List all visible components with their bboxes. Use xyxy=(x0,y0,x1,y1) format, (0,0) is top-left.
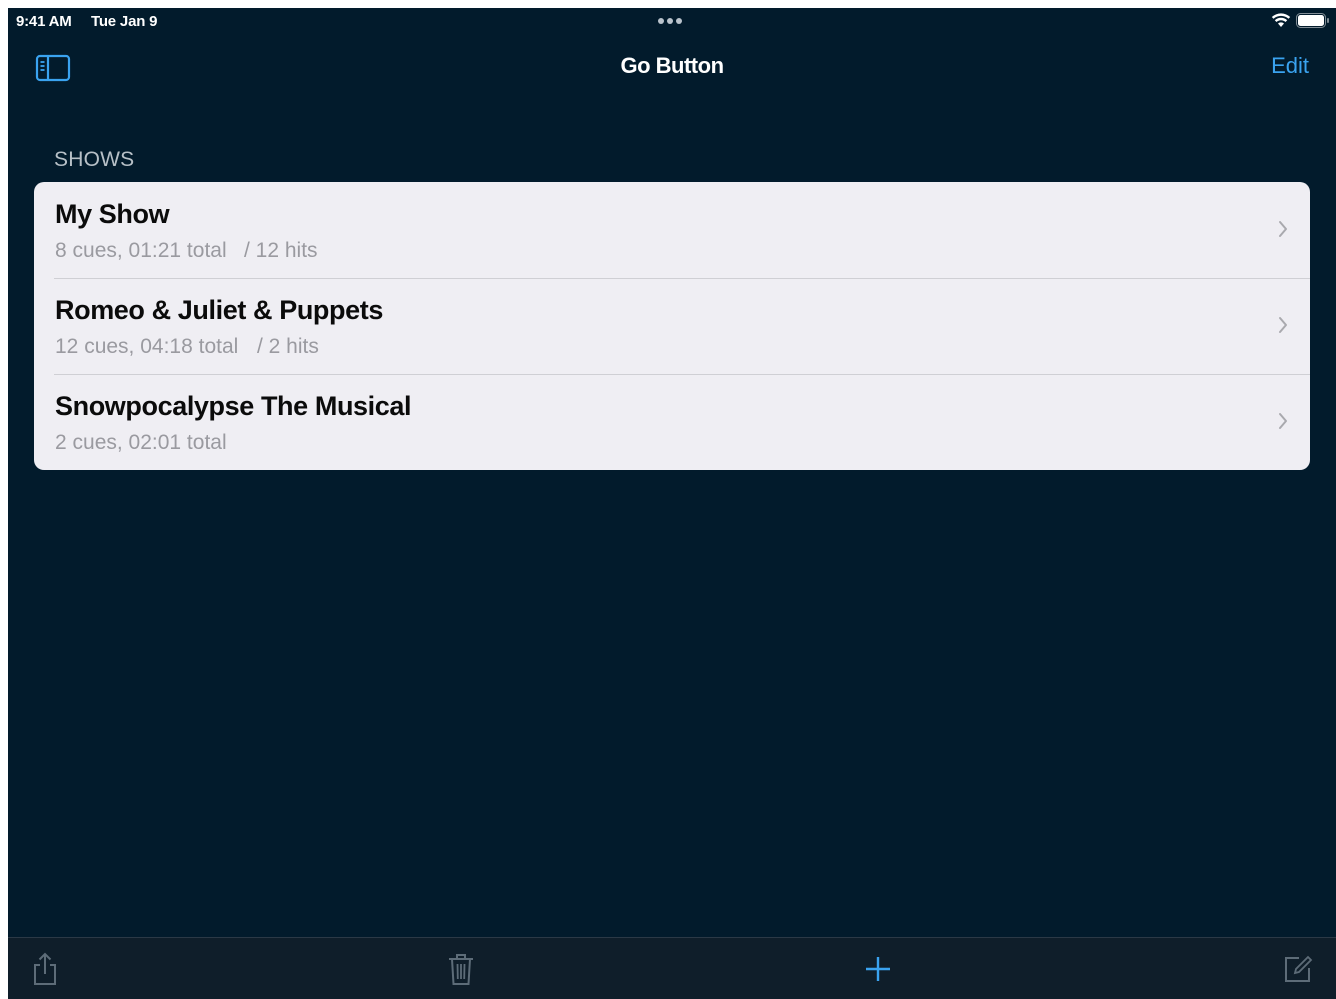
status-time: 9:41 AM xyxy=(16,13,72,30)
chevron-right-icon xyxy=(1279,221,1287,237)
show-row-my-show[interactable]: My Show 8 cues, 01:21 total / 12 hits xyxy=(34,182,1310,278)
share-icon[interactable] xyxy=(31,952,59,986)
plus-icon[interactable] xyxy=(865,956,891,982)
edit-button[interactable]: Edit xyxy=(1271,53,1309,79)
multitasking-dots-icon[interactable] xyxy=(658,18,682,24)
chevron-right-icon xyxy=(1279,413,1287,429)
show-detail: 2 cues, 02:01 total xyxy=(55,431,227,454)
show-hits: / 2 hits xyxy=(257,335,319,358)
trash-icon[interactable] xyxy=(447,952,475,986)
status-bar: 9:41 AM Tue Jan 9 xyxy=(8,8,1336,34)
status-date: Tue Jan 9 xyxy=(91,13,158,30)
show-row-romeo-juliet-puppets[interactable]: Romeo & Juliet & Puppets 12 cues, 04:18 … xyxy=(34,278,1310,374)
wifi-icon xyxy=(1271,13,1291,27)
show-hits: / 12 hits xyxy=(244,239,318,262)
show-detail: 12 cues, 04:18 total xyxy=(55,335,239,358)
show-title: Romeo & Juliet & Puppets xyxy=(55,295,383,325)
app-screen: 9:41 AM Tue Jan 9 Go Button Edit SHOWS M… xyxy=(8,8,1336,999)
bottom-toolbar xyxy=(8,937,1336,999)
compose-icon[interactable] xyxy=(1283,954,1313,984)
shows-section-header: SHOWS xyxy=(54,148,135,171)
show-row-snowpocalypse[interactable]: Snowpocalypse The Musical 2 cues, 02:01 … xyxy=(34,374,1310,470)
show-title: Snowpocalypse The Musical xyxy=(55,391,412,421)
page-title: Go Button xyxy=(620,53,724,78)
battery-icon xyxy=(1296,13,1329,28)
show-detail: 8 cues, 01:21 total xyxy=(55,239,227,262)
show-title: My Show xyxy=(55,199,170,229)
shows-list: My Show 8 cues, 01:21 total / 12 hits Ro… xyxy=(34,182,1310,470)
chevron-right-icon xyxy=(1279,317,1287,333)
